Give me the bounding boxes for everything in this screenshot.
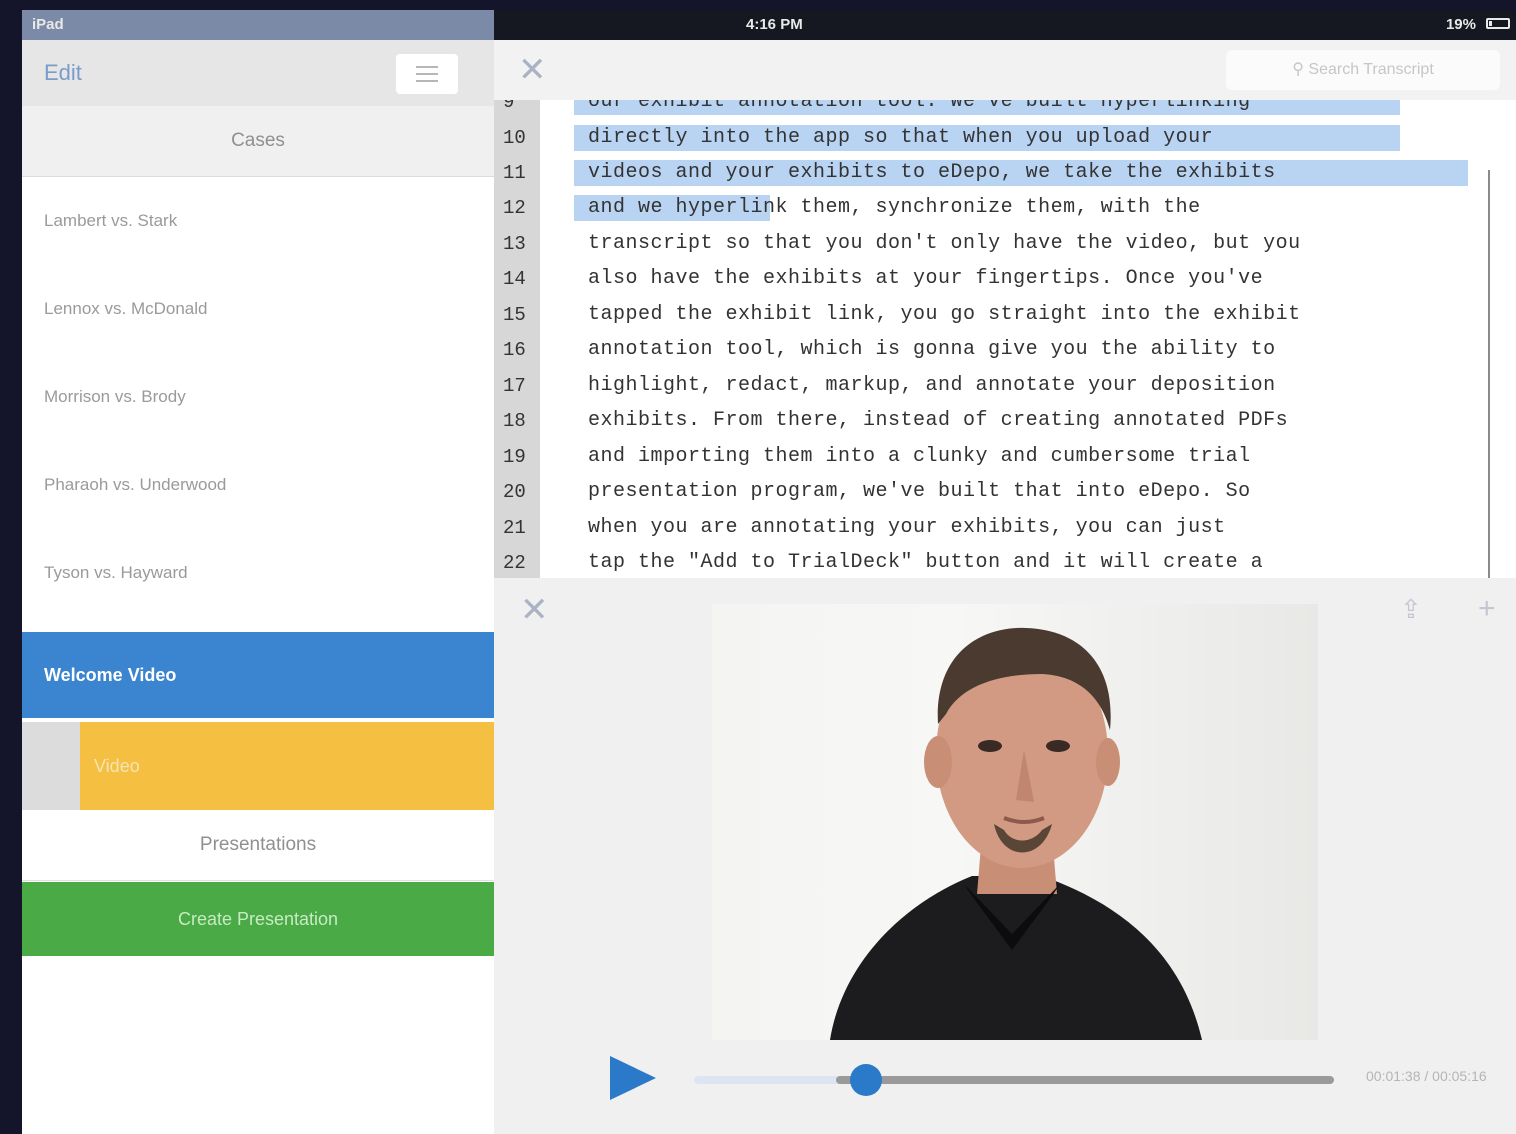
line-number: 14 xyxy=(503,268,526,290)
battery-percent: 19% xyxy=(1445,16,1476,33)
carrier-label: iPad xyxy=(32,16,64,33)
transcript-line: 12 and we hyperlink them, synchronize th… xyxy=(494,190,1516,226)
line-text: exhibits. From there, instead of creatin… xyxy=(588,409,1289,432)
menu-icon xyxy=(416,66,438,68)
clock: 4:16 PM xyxy=(746,16,803,33)
menu-button[interactable] xyxy=(396,54,458,94)
transcript-toolbar: ✕ ⚲ Search Transcript xyxy=(494,40,1516,100)
line-text: transcript so that you don't only have t… xyxy=(588,232,1301,255)
menu-icon-bar xyxy=(416,80,438,82)
line-number: 13 xyxy=(503,233,526,255)
line-text: presentation program, we've built that i… xyxy=(588,480,1251,503)
line-text: tap the "Add to TrialDeck" button and it… xyxy=(588,551,1264,574)
transcript-panel: ✕ ⚲ Search Transcript 9 our exhibit anno… xyxy=(494,40,1516,588)
line-number: 9 xyxy=(503,100,515,113)
transcript-line: 11 videos and your exhibits to eDepo, we… xyxy=(494,155,1516,191)
line-number: 19 xyxy=(503,446,526,468)
create-presentation-button[interactable]: Create Presentation xyxy=(22,882,494,956)
video-player[interactable] xyxy=(712,604,1318,1040)
line-number: 12 xyxy=(503,197,526,219)
add-icon[interactable]: + xyxy=(1478,592,1496,626)
transcript-line: 14 also have the exhibits at your finger… xyxy=(494,261,1516,297)
transcript-scrollbar[interactable] xyxy=(1488,170,1490,588)
line-number: 16 xyxy=(503,339,526,361)
search-input[interactable]: ⚲ Search Transcript xyxy=(1226,50,1500,90)
line-text: annotation tool, which is gonna give you… xyxy=(588,338,1276,361)
line-text: directly into the app so that when you u… xyxy=(588,126,1214,149)
line-number: 10 xyxy=(503,127,526,149)
line-number: 21 xyxy=(503,517,526,539)
line-text: also have the exhibits at your fingertip… xyxy=(588,267,1264,290)
progress-track-remaining xyxy=(836,1076,1334,1084)
progress-knob[interactable] xyxy=(850,1064,882,1096)
transcript-line: 13 transcript so that you don't only hav… xyxy=(494,226,1516,262)
line-number: 20 xyxy=(503,481,526,503)
line-text: videos and your exhibits to eDepo, we ta… xyxy=(588,161,1276,184)
line-text: highlight, redact, markup, and annotate … xyxy=(588,374,1276,397)
line-number: 11 xyxy=(503,162,526,184)
share-icon[interactable]: ⇪ xyxy=(1400,594,1422,625)
presentations-header: Presentations xyxy=(22,810,494,881)
status-bar-left xyxy=(22,10,494,40)
transcript-line: 18 exhibits. From there, instead of crea… xyxy=(494,403,1516,439)
line-text: and we hyperlink them, synchronize them,… xyxy=(588,196,1201,219)
welcome-video-item[interactable]: Welcome Video xyxy=(22,632,494,718)
transcript-body[interactable]: 9 our exhibit annotation tool. We've bui… xyxy=(494,100,1516,588)
transcript-line: 16 annotation tool, which is gonna give … xyxy=(494,332,1516,368)
line-number: 15 xyxy=(503,304,526,326)
search-icon: ⚲ xyxy=(1292,61,1309,78)
video-item[interactable]: Video xyxy=(80,722,494,810)
transcript-line: 20 presentation program, we've built tha… xyxy=(494,474,1516,510)
edit-button[interactable]: Edit xyxy=(44,60,82,86)
line-text: when you are annotating your exhibits, y… xyxy=(588,516,1226,539)
battery-icon xyxy=(1486,18,1510,29)
video-controls: 00:01:38 / 00:05:16 xyxy=(494,1040,1516,1134)
transcript-line: 21 when you are annotating your exhibits… xyxy=(494,510,1516,546)
line-number: 18 xyxy=(503,410,526,432)
case-item[interactable]: Morrison vs. Brody xyxy=(22,353,494,441)
play-icon[interactable] xyxy=(610,1056,656,1100)
case-item[interactable]: Tyson vs. Hayward xyxy=(22,529,494,617)
transcript-line: 22 tap the "Add to TrialDeck" button and… xyxy=(494,545,1516,581)
case-item[interactable]: Lambert vs. Stark xyxy=(22,177,494,265)
transcript-line: 17 highlight, redact, markup, and annota… xyxy=(494,368,1516,404)
transcript-line: 9 our exhibit annotation tool. We've bui… xyxy=(494,100,1516,120)
transcript-line: 10 directly into the app so that when yo… xyxy=(494,120,1516,156)
presenter-video-frame xyxy=(830,627,1202,1040)
transcript-line: 15 tapped the exhibit link, you go strai… xyxy=(494,297,1516,333)
close-icon[interactable]: ✕ xyxy=(518,50,547,90)
line-number: 22 xyxy=(503,552,526,574)
video-panel: ✕ ⇪ + 00:01:38 / 00:05:16 xyxy=(494,578,1516,1134)
sidebar-header: Edit xyxy=(22,40,494,106)
transcript-line: 19 and importing them into a clunky and … xyxy=(494,439,1516,475)
line-text: tapped the exhibit link, you go straight… xyxy=(588,303,1301,326)
case-item[interactable]: Pharaoh vs. Underwood xyxy=(22,441,494,529)
cases-header: Cases xyxy=(22,106,494,177)
timecode: 00:01:38 / 00:05:16 xyxy=(1366,1068,1487,1084)
line-number: 17 xyxy=(503,375,526,397)
status-bar: iPad 4:16 PM 19% xyxy=(22,10,1516,40)
sidebar: Edit Cases Lambert vs. Stark Lennox vs. … xyxy=(22,40,495,1134)
search-placeholder: Search Transcript xyxy=(1308,61,1434,78)
video-row: Video xyxy=(22,722,494,810)
line-text: our exhibit annotation tool. We've built… xyxy=(588,100,1251,113)
case-item[interactable]: Lennox vs. McDonald xyxy=(22,265,494,353)
close-icon[interactable]: ✕ xyxy=(520,590,549,630)
ipad-screen: iPad 4:16 PM 19% Edit Cases Lambert vs. … xyxy=(22,10,1516,1134)
line-text: and importing them into a clunky and cum… xyxy=(588,445,1251,468)
menu-icon-bar xyxy=(416,73,438,75)
